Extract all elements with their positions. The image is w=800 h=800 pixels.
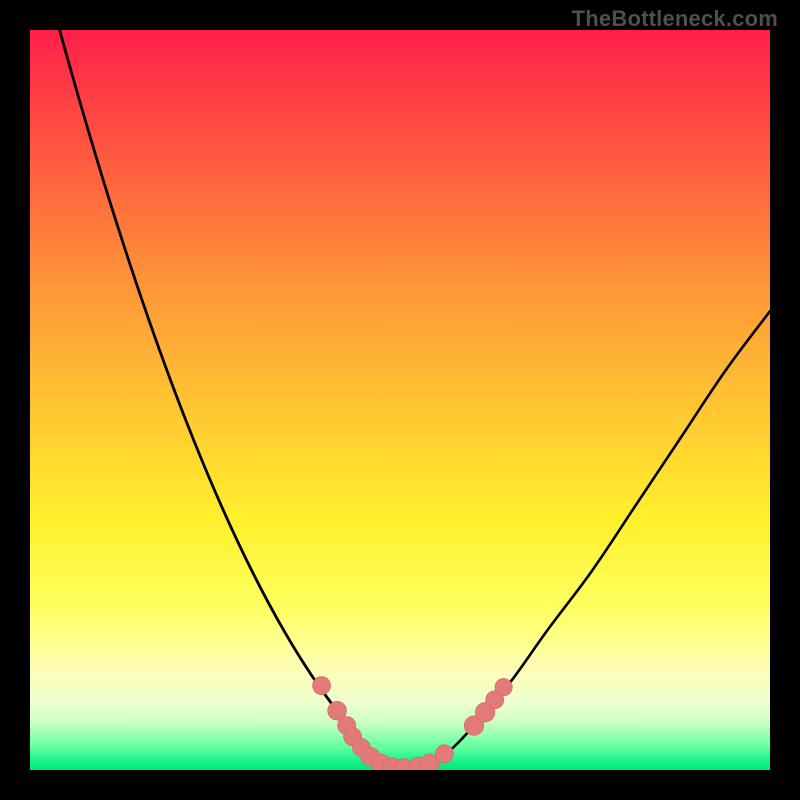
curve-right: [400, 311, 770, 770]
bottleneck-curve: [30, 30, 770, 770]
marker-point: [435, 745, 453, 763]
data-markers: [312, 677, 512, 770]
marker-point: [312, 677, 330, 695]
watermark-label: TheBottleneck.com: [572, 6, 778, 32]
marker-point: [495, 678, 512, 695]
curve-left: [30, 30, 400, 770]
plot-area: [30, 30, 770, 770]
chart-frame: TheBottleneck.com: [0, 0, 800, 800]
